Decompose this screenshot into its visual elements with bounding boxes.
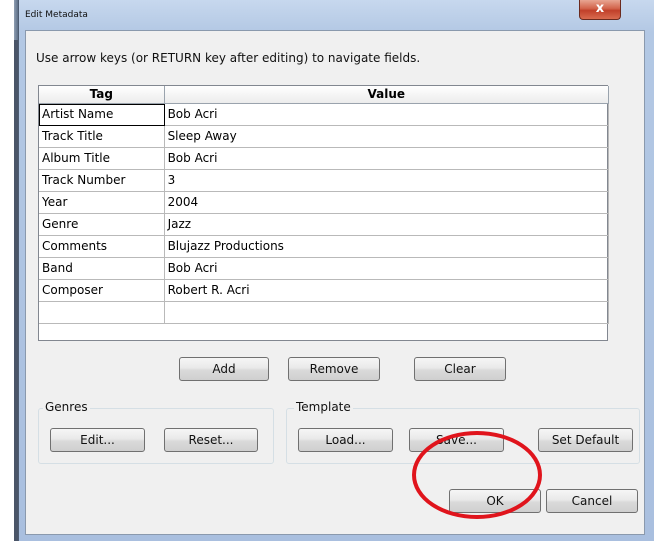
tag-cell[interactable]: Artist Name (39, 104, 165, 126)
remove-button[interactable]: Remove (288, 357, 380, 381)
edit-metadata-window: Edit Metadata x Use arrow keys (or RETUR… (18, 0, 654, 541)
table-body: Artist Name Bob Acri Track Title Sleep A… (39, 104, 609, 324)
tag-cell[interactable]: Year (39, 192, 165, 214)
value-cell[interactable]: 2004 (164, 192, 609, 214)
tag-cell[interactable]: Album Title (39, 148, 165, 170)
close-button[interactable]: x (579, 0, 621, 20)
value-cell[interactable]: Bob Acri (164, 148, 609, 170)
instruction-text: Use arrow keys (or RETURN key after edit… (36, 51, 421, 65)
clear-button[interactable]: Clear (414, 357, 506, 381)
metadata-table: Tag Value Artist Name Bob Acri Track Tit… (38, 85, 609, 341)
close-icon: x (595, 1, 605, 16)
value-cell[interactable]: Jazz (164, 214, 609, 236)
title-bar[interactable]: Edit Metadata x (19, 0, 654, 30)
column-header-value[interactable]: Value (164, 86, 609, 104)
table-row: Track Number 3 (39, 170, 609, 192)
value-cell[interactable]: Sleep Away (164, 126, 609, 148)
dialog-body: Use arrow keys (or RETURN key after edit… (25, 30, 645, 535)
template-set-default-button[interactable]: Set Default (538, 428, 633, 452)
add-button[interactable]: Add (179, 357, 269, 381)
template-group-label: Template (294, 400, 353, 414)
table-row: Year 2004 (39, 192, 609, 214)
table-row: Composer Robert R. Acri (39, 280, 609, 302)
template-save-button[interactable]: Save... (409, 428, 504, 452)
tag-cell[interactable]: Comments (39, 236, 165, 258)
window-title: Edit Metadata (25, 10, 88, 20)
value-cell[interactable]: Bob Acri (164, 258, 609, 280)
ok-button[interactable]: OK (449, 489, 541, 513)
column-header-tag[interactable]: Tag (39, 86, 165, 104)
table-row: Artist Name Bob Acri (39, 104, 609, 126)
table-header: Tag Value (39, 86, 609, 104)
tag-cell[interactable]: Band (39, 258, 165, 280)
value-cell[interactable]: Blujazz Productions (164, 236, 609, 258)
value-cell[interactable]: Robert R. Acri (164, 280, 609, 302)
tag-cell[interactable] (39, 302, 165, 324)
template-load-button[interactable]: Load... (298, 428, 393, 452)
value-cell[interactable] (164, 302, 609, 324)
table-row: Track Title Sleep Away (39, 126, 609, 148)
genres-edit-button[interactable]: Edit... (50, 428, 145, 452)
table-row: Band Bob Acri (39, 258, 609, 280)
tag-cell[interactable]: Genre (39, 214, 165, 236)
genres-reset-button[interactable]: Reset... (164, 428, 258, 452)
tag-cell[interactable]: Composer (39, 280, 165, 302)
tag-cell[interactable]: Track Title (39, 126, 165, 148)
cancel-button[interactable]: Cancel (546, 489, 638, 513)
table-row: Genre Jazz (39, 214, 609, 236)
table-row: Comments Blujazz Productions (39, 236, 609, 258)
value-cell[interactable]: Bob Acri (164, 104, 609, 126)
table-row: Album Title Bob Acri (39, 148, 609, 170)
value-cell[interactable]: 3 (164, 170, 609, 192)
table-row-empty (39, 302, 609, 324)
genres-group-label: Genres (43, 400, 90, 414)
tag-cell[interactable]: Track Number (39, 170, 165, 192)
